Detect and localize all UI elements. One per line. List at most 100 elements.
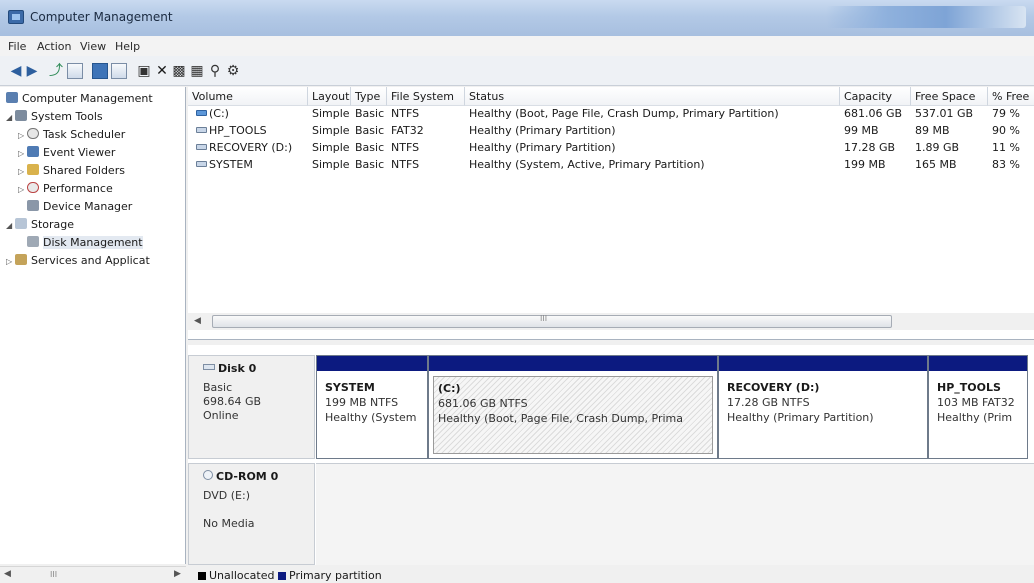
disk-management-icon [27, 236, 39, 247]
partition-status: Healthy (Boot, Page File, Crash Dump, Pr… [438, 412, 684, 425]
column-header-volume[interactable]: Volume [188, 87, 308, 106]
cell-file-system: FAT32 [391, 124, 424, 137]
disk-type: Basic [203, 381, 233, 394]
tree-item-event-viewer[interactable]: ▷ Event Viewer [18, 146, 115, 164]
tree-item-disk-management[interactable]: Disk Management [27, 236, 143, 254]
cell-free-space: 89 MB [915, 124, 950, 137]
clock-icon [27, 128, 39, 139]
partition-bar [317, 356, 427, 371]
refresh-icon[interactable]: ▣ [136, 63, 152, 79]
cdrom-0-label[interactable]: CD-ROM 0 DVD (E:) No Media [188, 463, 315, 565]
column-header-type[interactable]: Type [351, 87, 387, 106]
column-header-free-space[interactable]: Free Space [911, 87, 988, 106]
forward-icon[interactable]: ▶ [24, 63, 40, 79]
partition-bar [429, 356, 717, 371]
column-header-capacity[interactable]: Capacity [840, 87, 911, 106]
partition-status: Healthy (Prim [937, 411, 1013, 424]
menu-file[interactable]: File [8, 40, 26, 53]
partition-system[interactable]: SYSTEM 199 MB NTFS Healthy (System [316, 355, 428, 459]
cell-free-space: 1.89 GB [915, 141, 960, 154]
cell-percent-free: 11 % [992, 141, 1020, 154]
menu-view[interactable]: View [80, 40, 106, 53]
menu-bar: File Action View Help [0, 36, 1034, 56]
scroll-right-arrow-icon[interactable]: ▶ [174, 569, 181, 579]
volume-icon [196, 161, 207, 167]
cd-drive-icon [203, 470, 213, 480]
disk-icon [203, 364, 215, 370]
scroll-grip: III [540, 314, 548, 323]
disk-settings-icon[interactable]: ⚙ [225, 63, 241, 79]
collapse-arrow-icon[interactable]: ▷ [18, 167, 27, 176]
partition-name: SYSTEM [325, 381, 375, 394]
collapse-arrow-icon[interactable]: ▷ [18, 185, 27, 194]
tree-item-performance[interactable]: ▷ Performance [18, 182, 113, 200]
cell-volume: (C:) [192, 107, 308, 123]
search-icon[interactable]: ⚲ [207, 63, 223, 79]
partition-c[interactable]: (C:) 681.06 GB NTFS Healthy (Boot, Page … [428, 355, 718, 459]
scroll-grip: III [50, 570, 58, 579]
tree-item-services-and-applications[interactable]: ▷ Services and Applicat [6, 254, 150, 272]
console-tree-icon[interactable] [67, 63, 83, 79]
tree-horizontal-scrollbar[interactable]: ◀ III ▶ [0, 566, 186, 583]
list-horizontal-scrollbar[interactable]: ◀ III [188, 313, 1034, 330]
partition-name: (C:) [438, 382, 461, 395]
disk-type: DVD (E:) [203, 489, 251, 502]
column-header-layout[interactable]: Layout [308, 87, 351, 106]
disk-graphical-view: Disk 0 Basic 698.64 GB Online SYSTEM 199… [188, 345, 1034, 565]
cell-file-system: NTFS [391, 107, 420, 120]
storage-icon [15, 218, 27, 229]
volume-icon [196, 110, 207, 116]
up-folder-icon[interactable]: ⤴ [48, 63, 64, 79]
partition-fs: 199 MB NTFS [325, 396, 399, 409]
cell-percent-free: 79 % [992, 107, 1020, 120]
column-header-status[interactable]: Status [465, 87, 840, 106]
event-viewer-icon [27, 146, 39, 157]
column-header-percent-free[interactable]: % Free [988, 87, 1034, 106]
delete-icon[interactable]: ✕ [154, 63, 170, 79]
partition-fs: 681.06 GB NTFS [438, 397, 528, 410]
new-volume-icon[interactable]: ▩ [171, 63, 187, 79]
tree-item-computer-management[interactable]: Computer Management [6, 92, 153, 110]
cell-type: Basic [355, 124, 385, 137]
tree-item-device-manager[interactable]: Device Manager [27, 200, 132, 218]
open-icon[interactable]: ▦ [189, 63, 205, 79]
volume-icon [196, 127, 207, 133]
disk-status: No Media [203, 517, 255, 530]
properties-icon[interactable] [92, 63, 108, 79]
column-header-file-system[interactable]: File System [387, 87, 465, 106]
tree-item-shared-folders[interactable]: ▷ Shared Folders [18, 164, 125, 182]
cell-capacity: 199 MB [844, 158, 886, 171]
back-icon[interactable]: ◀ [8, 63, 24, 79]
cdrom-0-volume-area[interactable] [316, 463, 1034, 565]
collapse-arrow-icon[interactable]: ▷ [18, 149, 27, 158]
tree-item-system-tools[interactable]: ◢ System Tools [6, 110, 103, 128]
cell-layout: Simple [312, 141, 350, 154]
disk-name: CD-ROM 0 [216, 470, 279, 483]
help-icon[interactable] [111, 63, 127, 79]
menu-help[interactable]: Help [115, 40, 140, 53]
partition-recovery[interactable]: RECOVERY (D:) 17.28 GB NTFS Healthy (Pri… [718, 355, 928, 459]
cell-capacity: 99 MB [844, 124, 879, 137]
partition-hp-tools[interactable]: HP_TOOLS 103 MB FAT32 Healthy (Prim [928, 355, 1028, 459]
partition-bar [929, 356, 1027, 371]
scroll-left-arrow-icon[interactable]: ◀ [4, 569, 11, 579]
scrollbar-thumb[interactable] [212, 315, 892, 328]
legend-unallocated: Unallocated [198, 569, 274, 582]
menu-action[interactable]: Action [37, 40, 71, 53]
computer-management-app-icon [8, 10, 24, 24]
legend-swatch [198, 572, 206, 580]
performance-icon [27, 182, 39, 193]
expand-arrow-icon[interactable]: ◢ [6, 221, 15, 230]
disk-0-label[interactable]: Disk 0 Basic 698.64 GB Online [188, 355, 315, 459]
tools-icon [15, 110, 27, 121]
tree-item-task-scheduler[interactable]: ▷ Task Scheduler [18, 128, 125, 146]
cell-percent-free: 83 % [992, 158, 1020, 171]
collapse-arrow-icon[interactable]: ▷ [18, 131, 27, 140]
cell-volume: RECOVERY (D:) [192, 141, 308, 157]
scroll-left-arrow-icon[interactable]: ◀ [194, 316, 201, 326]
expand-arrow-icon[interactable]: ◢ [6, 113, 15, 122]
window-controls[interactable] [826, 6, 1026, 28]
tree-item-storage[interactable]: ◢ Storage [6, 218, 74, 236]
cell-type: Basic [355, 141, 385, 154]
collapse-arrow-icon[interactable]: ▷ [6, 257, 15, 266]
